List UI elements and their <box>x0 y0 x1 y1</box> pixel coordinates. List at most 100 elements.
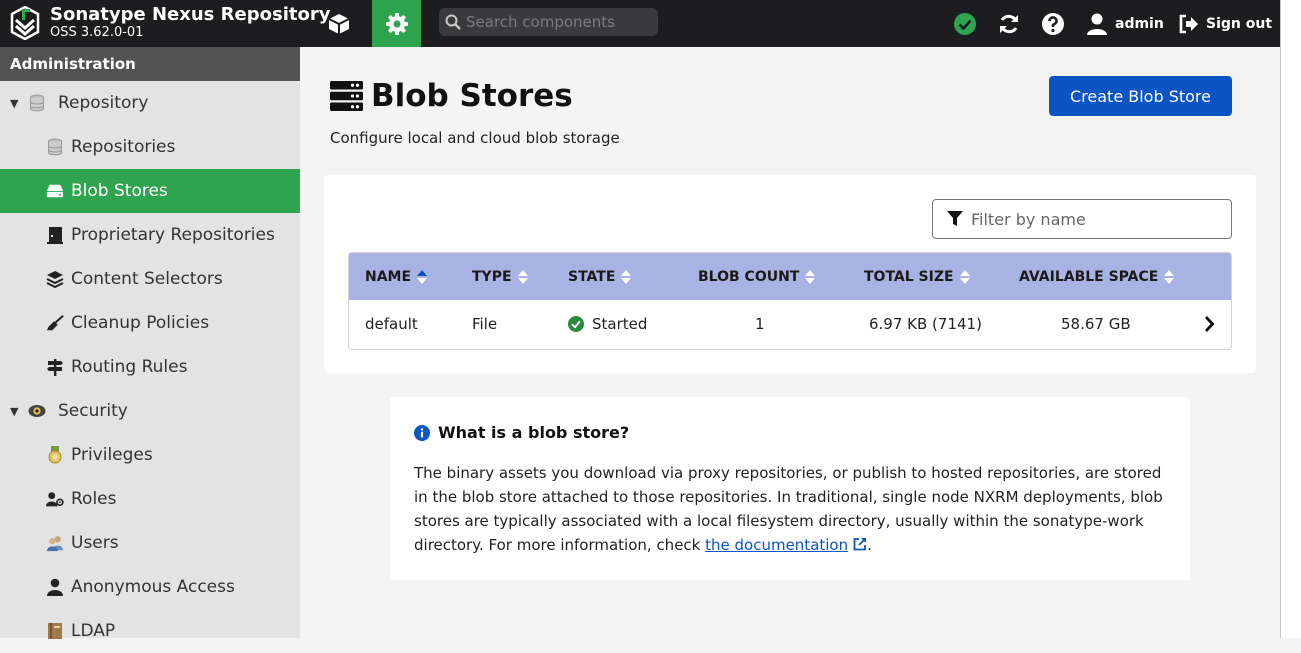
top-header: Sonatype Nexus Repository OSS 3.62.0-01 <box>0 0 1280 47</box>
sidebar-item-label: Roles <box>71 489 117 509</box>
column-header-label: STATE <box>568 268 616 285</box>
filter-box <box>932 199 1232 239</box>
page-title: Blob Stores <box>371 78 573 114</box>
sort-icon <box>805 269 816 284</box>
cube-icon <box>327 12 351 36</box>
browse-button[interactable] <box>318 0 360 47</box>
cell-name: default <box>365 315 418 333</box>
sidebar-item-privileges[interactable]: Privileges <box>0 433 300 477</box>
brand-version: OSS 3.62.0-01 <box>50 25 144 40</box>
broom-icon <box>46 314 64 332</box>
info-icon <box>414 424 430 441</box>
user-menu-button[interactable]: admin <box>1085 0 1164 47</box>
sidebar-group-label: Repository <box>58 93 149 113</box>
sidebar-item-blob-stores[interactable]: Blob Stores <box>0 169 300 213</box>
column-header-available-space[interactable]: AVAILABLE SPACE <box>1019 253 1175 300</box>
eye-icon <box>28 402 46 420</box>
sidebar-item-ldap[interactable]: LDAP <box>0 609 300 653</box>
column-header-label: TOTAL SIZE <box>864 268 954 285</box>
sidebar-item-label: Anonymous Access <box>71 577 235 597</box>
sidebar-item-roles[interactable]: Roles <box>0 477 300 521</box>
column-header-name[interactable]: NAME <box>365 253 428 300</box>
table-row[interactable]: default File Started 1 6.97 KB (7141) 58… <box>349 300 1231 348</box>
chevron-right-icon[interactable] <box>1204 300 1214 348</box>
user-icon <box>1085 12 1109 36</box>
info-title: What is a blob store? <box>438 423 630 442</box>
sidebar-item-label: Users <box>71 533 119 553</box>
blob-store-info-card: What is a blob store? The binary assets … <box>390 397 1190 580</box>
documentation-link[interactable]: the documentation <box>705 536 867 554</box>
sidebar-title: Administration <box>0 47 300 81</box>
create-blob-store-button[interactable]: Create Blob Store <box>1049 76 1232 116</box>
sidebar-item-cleanup-policies[interactable]: Cleanup Policies <box>0 301 300 345</box>
search-box <box>439 8 658 36</box>
sign-out-label: Sign out <box>1206 15 1273 32</box>
user-label: admin <box>1115 15 1164 32</box>
sidebar-item-label: Content Selectors <box>71 269 223 289</box>
refresh-icon <box>997 12 1021 36</box>
cell-state: Started <box>568 300 647 348</box>
caret-down-icon: ▼ <box>10 404 19 418</box>
cell-available-space: 58.67 GB <box>1061 315 1131 333</box>
admin-sidebar: Administration ▼ Repository Repositories… <box>0 47 300 641</box>
sidebar-item-label: Privileges <box>71 445 153 465</box>
system-status-button[interactable] <box>953 0 977 47</box>
column-header-type[interactable]: TYPE <box>472 253 528 300</box>
hard-drive-icon <box>46 182 64 200</box>
sidebar-item-content-selectors[interactable]: Content Selectors <box>0 257 300 301</box>
sidebar-group-security[interactable]: ▼ Security <box>0 389 300 433</box>
sidebar-item-routing-rules[interactable]: Routing Rules <box>0 345 300 389</box>
gear-icon <box>385 12 409 36</box>
door-icon <box>46 226 64 244</box>
user-role-icon <box>46 490 64 508</box>
check-circle-icon <box>568 316 584 332</box>
server-stack-icon <box>330 80 363 112</box>
table-header: NAME TYPE STATE BLOB COUNT TOTAL SIZE AV… <box>349 253 1231 300</box>
sign-out-button[interactable]: Sign out <box>1178 0 1272 47</box>
column-header-blob-count[interactable]: BLOB COUNT <box>698 253 816 300</box>
user-icon <box>46 578 64 596</box>
sidebar-item-label: Proprietary Repositories <box>71 225 275 245</box>
database-icon <box>28 94 46 112</box>
database-icon <box>46 138 64 156</box>
sidebar-group-label: Security <box>58 401 128 421</box>
cell-blob-count: 1 <box>755 315 765 333</box>
external-link-icon <box>853 537 867 551</box>
info-header: What is a blob store? <box>414 423 629 442</box>
filter-input[interactable] <box>971 200 1221 238</box>
sort-icon <box>959 269 970 284</box>
sidebar-item-users[interactable]: Users <box>0 521 300 565</box>
refresh-button[interactable] <box>995 0 1023 47</box>
sidebar-item-proprietary-repositories[interactable]: Proprietary Repositories <box>0 213 300 257</box>
sidebar-item-label: Repositories <box>71 137 176 157</box>
layers-icon <box>46 270 64 288</box>
help-button[interactable] <box>1041 0 1065 47</box>
blob-stores-card: NAME TYPE STATE BLOB COUNT <box>324 175 1256 373</box>
sidebar-group-repository[interactable]: ▼ Repository <box>0 81 300 125</box>
column-header-label: BLOB COUNT <box>698 268 800 285</box>
state-label: Started <box>592 315 648 333</box>
cell-total-size: 6.97 KB (7141) <box>869 315 982 333</box>
info-text: The binary assets you download via proxy… <box>414 461 1166 557</box>
users-icon <box>46 534 64 552</box>
sidebar-item-repositories[interactable]: Repositories <box>0 125 300 169</box>
sidebar-item-anonymous-access[interactable]: Anonymous Access <box>0 565 300 609</box>
column-header-total-size[interactable]: TOTAL SIZE <box>864 253 970 300</box>
signpost-icon <box>46 358 64 376</box>
search-input[interactable] <box>466 8 651 36</box>
column-header-label: NAME <box>365 268 412 285</box>
column-header-state[interactable]: STATE <box>568 253 632 300</box>
sign-out-icon <box>1178 13 1200 35</box>
info-body-end: . <box>867 536 872 554</box>
book-icon <box>46 622 64 640</box>
medal-icon <box>46 446 64 464</box>
help-icon <box>1041 12 1065 36</box>
page-description: Configure local and cloud blob storage <box>330 129 620 147</box>
caret-down-icon: ▼ <box>10 96 19 110</box>
administration-button[interactable] <box>372 0 421 47</box>
sidebar-item-label: LDAP <box>71 621 116 641</box>
sort-ascending-icon <box>417 269 428 284</box>
sort-icon <box>517 269 528 284</box>
blob-stores-table: NAME TYPE STATE BLOB COUNT TOTAL SIZE AV… <box>348 252 1232 350</box>
cell-type: File <box>472 315 498 333</box>
